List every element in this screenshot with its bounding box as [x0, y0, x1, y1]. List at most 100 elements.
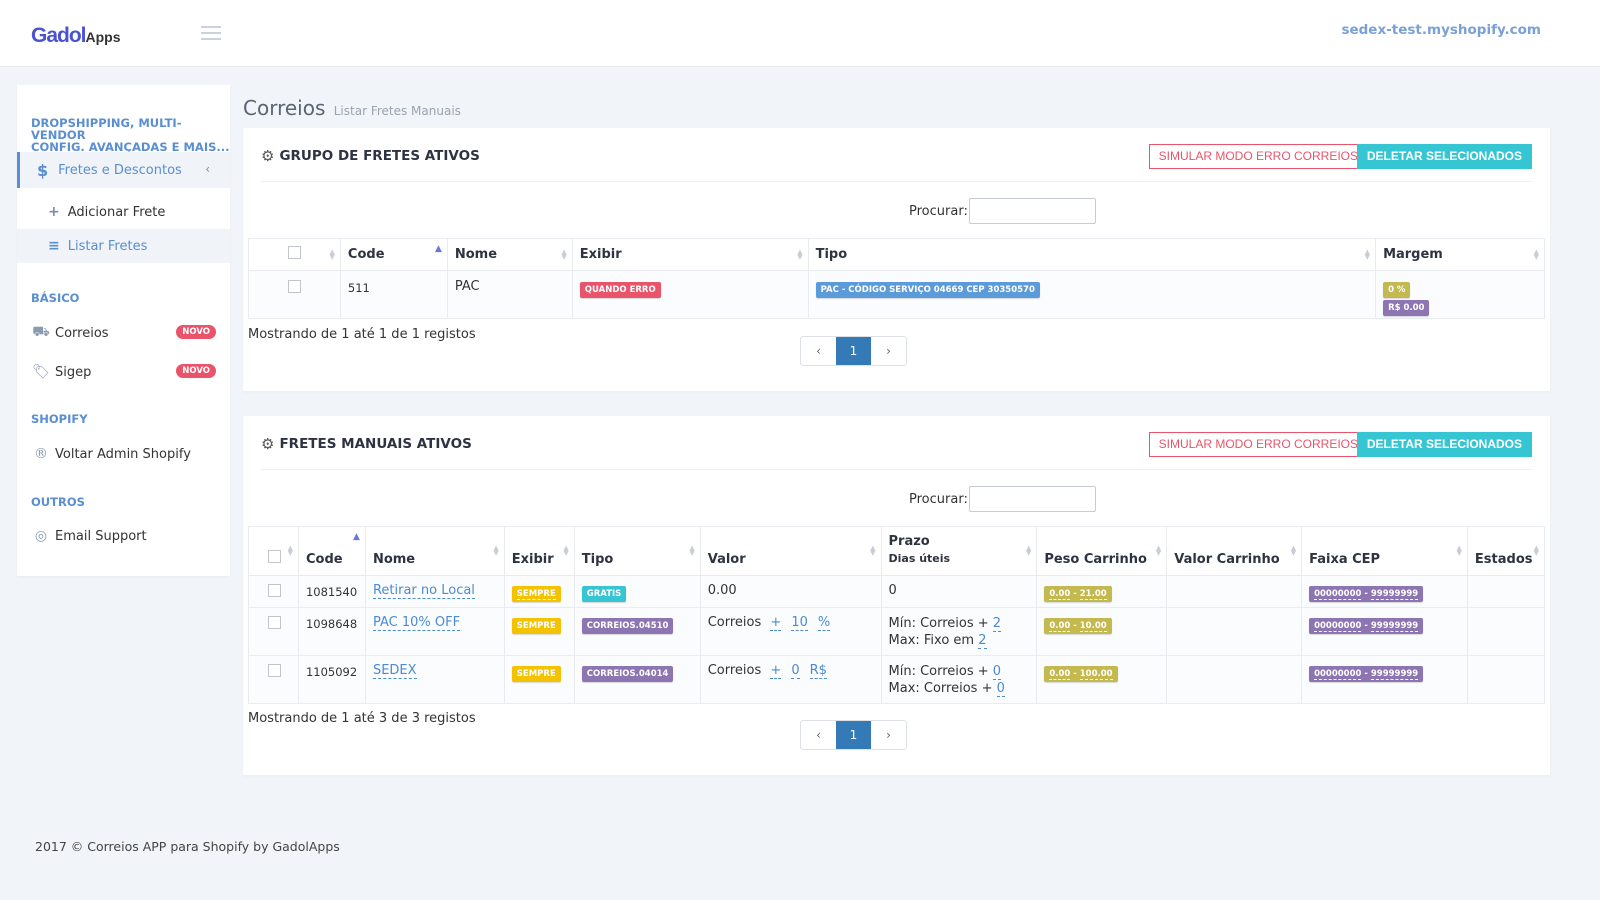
sidebar-item-adicionar-frete[interactable]: + Adicionar Frete	[17, 195, 230, 229]
prazo-max-value[interactable]: 2	[978, 633, 987, 649]
simulate-error-button[interactable]: SIMULAR MODO ERRO CORREIOS	[1148, 144, 1368, 169]
peso-max[interactable]: 10.00	[1079, 621, 1107, 632]
column-faixa-cep[interactable]: Faixa CEP ▲ ▼	[1301, 526, 1468, 576]
valor-operator[interactable]: +	[770, 663, 782, 679]
column-code[interactable]: Code ▲	[297, 526, 366, 576]
column-nome[interactable]: Nome ▲ ▼	[446, 238, 573, 271]
row-checkbox[interactable]	[268, 584, 281, 597]
exibir-badge[interactable]: SEMPRE	[511, 666, 561, 682]
sidebar-item-sigep[interactable]: 🏷 Sigep NOVO	[17, 359, 230, 385]
prazo-min-value[interactable]: 2	[992, 616, 1002, 632]
page-button-current[interactable]: 1	[836, 337, 871, 365]
panel-title-text: FRETES MANUAIS ATIVOS	[279, 436, 472, 452]
sort-icon: ▲ ▼	[1290, 544, 1297, 557]
column-label: Code	[305, 552, 343, 567]
row-checkbox[interactable]	[268, 664, 281, 677]
valor-unit[interactable]: R$	[809, 663, 827, 679]
table-header-row: ▲ ▼ Code ▲ Nome ▲ ▼ Exibir ▲ ▼ Tipo ▲ ▼ Margem ▲ ▼	[248, 238, 1545, 271]
cell-nome: PAC	[446, 270, 573, 319]
column-nome[interactable]: Nome ▲ ▼	[364, 526, 505, 576]
search-input[interactable]	[968, 486, 1096, 512]
column-code[interactable]: Code ▲	[339, 238, 448, 271]
valor-unit[interactable]: %	[817, 615, 831, 631]
valor-amount[interactable]: 10	[791, 615, 808, 631]
cell-select	[248, 655, 299, 704]
sidebar-item-voltar-admin[interactable]: ® Voltar Admin Shopify	[17, 441, 230, 467]
row-checkbox[interactable]	[287, 280, 301, 293]
cell-exibir: SEMPRE	[503, 607, 575, 656]
sidebar-item-correios[interactable]: ⛟ Correios NOVO	[17, 320, 230, 346]
sidebar-item-label: Listar Fretes	[67, 238, 148, 254]
sort-asc-icon: ▲	[434, 244, 442, 254]
column-label: Exibir	[511, 552, 554, 567]
column-valor-carrinho[interactable]: Valor Carrinho ▲ ▼	[1166, 526, 1303, 576]
next-page-button[interactable]: ›	[871, 721, 906, 749]
sidebar-item-email-support[interactable]: ◎ Email Support	[17, 523, 230, 549]
cep-max[interactable]: 99999999	[1370, 589, 1419, 600]
peso-min[interactable]: 0.00	[1049, 669, 1071, 680]
cep-min[interactable]: 00000000	[1314, 669, 1362, 680]
simulate-error-button[interactable]: SIMULAR MODO ERRO CORREIOS	[1148, 432, 1368, 457]
exibir-badge[interactable]: SEMPRE	[511, 618, 561, 634]
peso-max[interactable]: 100.00	[1079, 669, 1113, 680]
column-tipo[interactable]: Tipo ▲ ▼	[573, 526, 701, 576]
margem-rs-badge: R$ 0.00	[1383, 300, 1430, 316]
valor-operator[interactable]: +	[770, 615, 782, 631]
column-select[interactable]: ▲ ▼	[248, 238, 341, 271]
sidebar-item-fretes-descontos[interactable]: $ Fretes e Descontos ‹	[17, 152, 230, 188]
peso-min[interactable]: 0.00	[1049, 621, 1071, 632]
prev-page-button[interactable]: ‹	[801, 337, 836, 365]
nome-edit-link[interactable]: Retirar no Local	[372, 583, 475, 599]
cep-min[interactable]: 00000000	[1314, 589, 1362, 600]
table-row: 1105092 SEDEX SEMPRE CORREIOS.04014 Corr…	[248, 655, 1546, 704]
nome-edit-link[interactable]: PAC 10% OFF	[372, 615, 461, 631]
nome-edit-link[interactable]: SEDEX	[372, 663, 417, 679]
menu-toggle-icon[interactable]	[201, 26, 221, 40]
column-select[interactable]: ▲ ▼	[248, 526, 299, 576]
column-estados[interactable]: Estados ▲ ▼	[1466, 526, 1546, 576]
column-label: Nome	[454, 247, 498, 262]
logo-brand: Gadol	[31, 24, 87, 47]
cep-max[interactable]: 99999999	[1370, 669, 1419, 680]
prev-page-button[interactable]: ‹	[801, 721, 836, 749]
column-label: Exibir	[579, 247, 622, 262]
cep-min[interactable]: 00000000	[1314, 621, 1362, 632]
exibir-value: SEMPRE	[516, 589, 556, 600]
delete-selected-button[interactable]: DELETAR SELECIONADOS	[1356, 144, 1532, 169]
cep-max[interactable]: 99999999	[1370, 621, 1419, 632]
section-heading-basico: BÁSICO	[31, 291, 80, 305]
prazo-min-value[interactable]: 0	[992, 664, 1002, 680]
column-exibir[interactable]: Exibir ▲ ▼	[571, 238, 809, 271]
cell-valor: Correios +10%	[699, 607, 882, 656]
section-heading-shopify: SHOPIFY	[31, 412, 88, 426]
select-all-checkbox[interactable]	[287, 246, 301, 259]
page-button-current[interactable]: 1	[836, 721, 871, 749]
panel-grupo-fretes: ⚙ GRUPO DE FRETES ATIVOS SIMULAR MODO ER…	[243, 128, 1550, 391]
column-tipo[interactable]: Tipo ▲ ▼	[807, 238, 1377, 271]
shop-url-link[interactable]: sedex-test.myshopify.com	[1341, 22, 1541, 38]
dollar-icon: $	[37, 160, 49, 180]
column-peso-carrinho[interactable]: Peso Carrinho ▲ ▼	[1036, 526, 1168, 576]
search-input[interactable]	[968, 198, 1096, 224]
peso-max[interactable]: 21.00	[1079, 589, 1107, 600]
tipo-badge: GRATIS	[581, 586, 627, 602]
column-exibir[interactable]: Exibir ▲ ▼	[503, 526, 575, 576]
logo[interactable]: GadolApps	[31, 24, 121, 48]
column-label: Code	[347, 247, 385, 262]
sort-icon: ▲ ▼	[561, 247, 567, 261]
column-margem[interactable]: Margem ▲ ▼	[1375, 238, 1545, 271]
logo-suffix: Apps	[85, 29, 121, 45]
peso-min[interactable]: 0.00	[1049, 589, 1071, 600]
row-checkbox[interactable]	[268, 616, 281, 629]
next-page-button[interactable]: ›	[871, 337, 906, 365]
tipo-badge: CORREIOS.04510	[581, 618, 674, 634]
exibir-badge[interactable]: SEMPRE	[511, 586, 561, 602]
valor-amount[interactable]: 0	[791, 663, 800, 679]
column-valor[interactable]: Valor ▲ ▼	[699, 526, 882, 576]
select-all-checkbox[interactable]	[268, 550, 281, 563]
column-prazo[interactable]: Prazo Dias úteis ▲ ▼	[880, 526, 1038, 576]
sidebar-item-listar-fretes[interactable]: ≡ Listar Fretes	[17, 229, 230, 263]
prazo-max-value[interactable]: 0	[996, 681, 1005, 697]
sidebar-promo-link[interactable]: DROPSHIPPING, MULTI- VENDOR CONFIG. AVAN…	[17, 117, 230, 153]
delete-selected-button[interactable]: DELETAR SELECIONADOS	[1356, 432, 1532, 457]
